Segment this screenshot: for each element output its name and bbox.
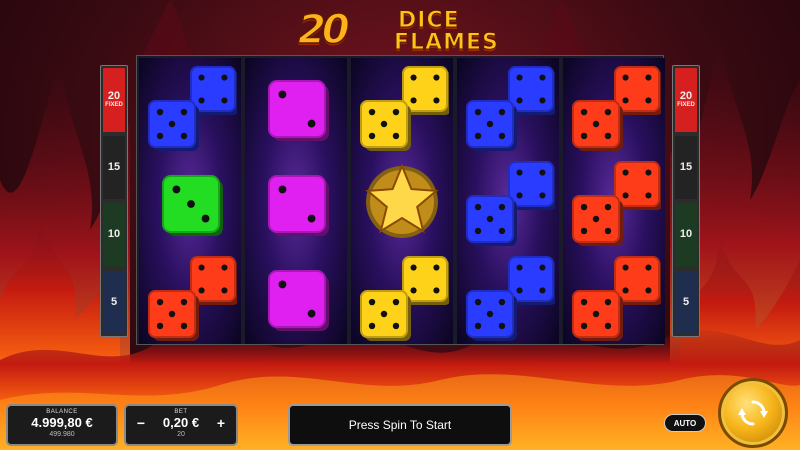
reel-3 <box>351 58 453 344</box>
spin-button[interactable] <box>718 378 788 448</box>
bet-credits: 20 <box>177 431 185 438</box>
payline-indicator-right: 20 FIXED 15 10 5 <box>672 65 700 337</box>
symbol-double-dice-blue <box>457 248 559 343</box>
double-dice-blue-icon <box>466 66 555 151</box>
symbol-single-die-green <box>139 153 241 248</box>
payline-5-right: 5 <box>675 270 697 334</box>
balance-amount: 4.999,80 € <box>31 415 93 430</box>
reels-grid <box>136 55 665 345</box>
double-dice-red-icon <box>572 161 661 246</box>
payline-15-left: 15 <box>103 135 125 199</box>
game-logo: 20 DICE FLAMES <box>297 7 508 55</box>
symbol-double-dice-red <box>563 58 665 153</box>
payline-10-right: 10 <box>675 203 697 267</box>
single-die-magenta-icon <box>268 80 329 141</box>
reel-4 <box>457 58 559 344</box>
double-dice-yellow-icon <box>360 66 449 151</box>
bet-increase-button[interactable]: + <box>214 415 228 431</box>
symbol-single-die-magenta <box>245 58 347 153</box>
refresh-arrows-icon <box>738 400 768 426</box>
payline-indicator-left: 20 FIXED 15 10 5 <box>100 65 128 337</box>
payline-5-left: 5 <box>103 270 125 334</box>
payline-10-left: 10 <box>103 203 125 267</box>
balance-panel: BALANCE 4.999,80 € 499.980 <box>6 404 118 446</box>
payline-20-right: 20 FIXED <box>675 68 697 132</box>
symbol-star-scatter <box>351 153 453 248</box>
payline-20-left: 20 FIXED <box>103 68 125 132</box>
logo-number: 20 <box>297 7 350 53</box>
double-dice-blue-icon <box>148 66 237 151</box>
symbol-double-dice-red <box>563 153 665 248</box>
single-die-magenta-icon <box>268 175 329 236</box>
symbol-double-dice-blue <box>139 58 241 153</box>
symbol-double-dice-red <box>563 248 665 343</box>
double-dice-red-icon <box>572 256 661 341</box>
symbol-double-dice-blue <box>457 58 559 153</box>
payline-15-right: 15 <box>675 135 697 199</box>
double-dice-red-icon <box>148 256 237 341</box>
double-dice-blue-icon <box>466 256 555 341</box>
star-scatter-icon <box>365 163 439 238</box>
symbol-double-dice-yellow <box>351 248 453 343</box>
symbol-double-dice-blue <box>457 153 559 248</box>
bet-panel: BET − 0,20 € + 20 <box>124 404 238 446</box>
status-message: Press Spin To Start <box>288 404 512 446</box>
symbol-single-die-magenta <box>245 248 347 343</box>
symbol-double-dice-red <box>139 248 241 343</box>
logo-word-flames: FLAMES <box>394 30 499 55</box>
bet-decrease-button[interactable]: − <box>134 415 148 431</box>
symbol-double-dice-yellow <box>351 58 453 153</box>
single-die-magenta-icon <box>268 270 329 331</box>
reel-1 <box>139 58 241 344</box>
symbol-single-die-magenta <box>245 153 347 248</box>
single-die-green-icon <box>162 175 223 236</box>
double-dice-yellow-icon <box>360 256 449 341</box>
reel-5 <box>563 58 665 344</box>
double-dice-red-icon <box>572 66 661 151</box>
autoplay-button[interactable]: AUTO <box>664 414 706 432</box>
logo-word-dice: DICE <box>398 8 460 33</box>
reel-2 <box>245 58 347 344</box>
bet-amount: 0,20 € <box>162 415 200 430</box>
double-dice-blue-icon <box>466 161 555 246</box>
balance-credits: 499.980 <box>49 431 75 438</box>
